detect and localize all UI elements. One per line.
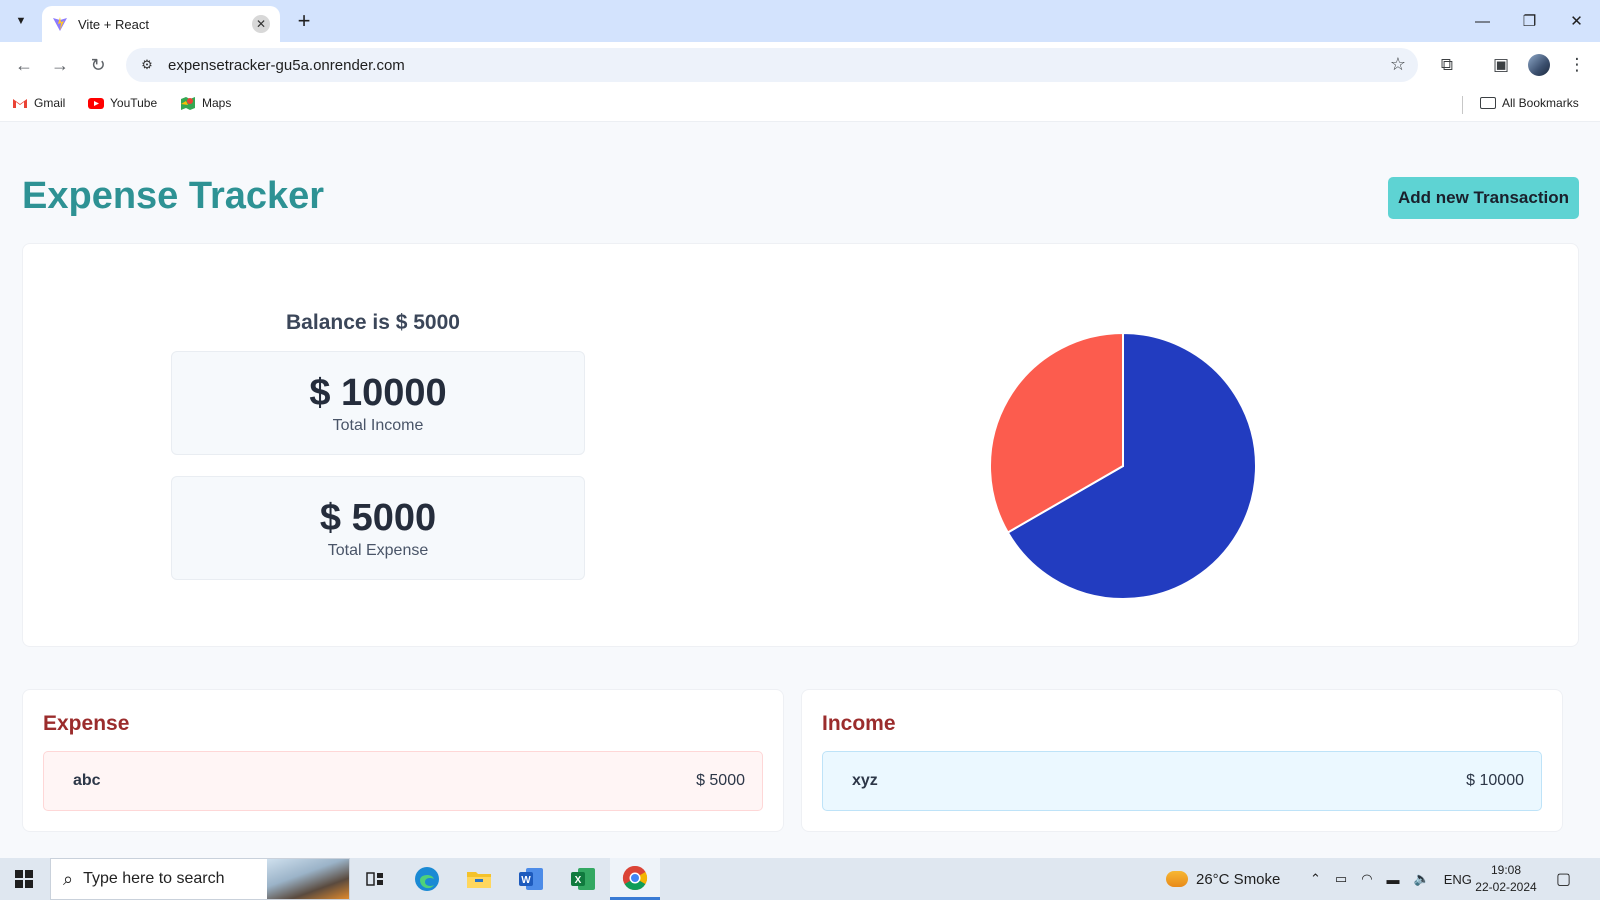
clock-date: 22-02-2024 xyxy=(1475,880,1537,894)
notifications-icon[interactable]: ▢ xyxy=(1556,858,1571,900)
page-content: Expense Tracker Add new Transaction Bala… xyxy=(0,123,1600,858)
windows-logo-icon xyxy=(15,870,33,888)
folder-app-icon xyxy=(467,872,491,888)
bookmarks-divider xyxy=(1462,96,1463,114)
add-transaction-button[interactable]: Add new Transaction xyxy=(1388,177,1579,219)
word-logo-icon: W xyxy=(519,868,543,890)
transaction-amount: $ 10000 xyxy=(1466,772,1524,789)
balance-heading: Balance is $ 5000 xyxy=(286,311,460,334)
tab-close-icon[interactable]: ✕ xyxy=(252,15,270,33)
url-text: expensetracker-gu5a.onrender.com xyxy=(168,56,405,74)
window-controls: — ❐ ✕ xyxy=(1459,0,1600,42)
search-placeholder: Type here to search xyxy=(83,870,225,887)
excel-icon[interactable]: X xyxy=(558,858,608,900)
task-view-icon[interactable] xyxy=(350,858,400,900)
windows-taskbar: ⌕ Type here to search W X 26°C Smoke ⌃ ▭… xyxy=(0,858,1600,900)
income-transaction-row[interactable]: xyz $ 10000 xyxy=(822,751,1542,811)
expense-transaction-row[interactable]: abc $ 5000 xyxy=(43,751,763,811)
bookmark-gmail[interactable]: Gmail xyxy=(12,96,65,110)
address-bar[interactable]: ⚙ expensetracker-gu5a.onrender.com ☆ xyxy=(126,48,1418,82)
forward-icon[interactable]: → xyxy=(48,53,72,77)
browser-toolbar: ← → ↻ ⚙ expensetracker-gu5a.onrender.com… xyxy=(0,42,1600,88)
total-expense-label: Total Expense xyxy=(327,542,429,559)
excel-logo-icon: X xyxy=(571,868,595,890)
back-icon[interactable]: ← xyxy=(12,53,36,77)
total-income-box: $ 10000 Total Income xyxy=(171,351,585,455)
transaction-name: xyz xyxy=(852,772,878,789)
side-panel-icon[interactable]: ▣ xyxy=(1490,54,1512,76)
page-title: Expense Tracker xyxy=(22,175,325,217)
extensions-icon[interactable]: ⧉ xyxy=(1436,54,1458,76)
bookmark-label: YouTube xyxy=(110,96,158,110)
windows-start-icon[interactable] xyxy=(0,858,48,900)
profile-avatar[interactable] xyxy=(1528,54,1550,76)
bookmark-maps[interactable]: Maps xyxy=(180,96,231,110)
vite-favicon-icon xyxy=(53,17,67,31)
svg-text:X: X xyxy=(575,875,582,886)
all-bookmarks-label: All Bookmarks xyxy=(1502,96,1579,110)
taskbar-search-box[interactable]: ⌕ Type here to search xyxy=(50,858,350,900)
transaction-name: abc xyxy=(73,772,101,789)
pie-chart-svg xyxy=(989,331,1257,600)
transaction-amount: $ 5000 xyxy=(696,772,745,789)
taskbar-clock[interactable]: 19:08 22-02-2024 xyxy=(1466,862,1546,896)
summary-card: Balance is $ 5000 $ 10000 Total Income $… xyxy=(22,243,1579,647)
chrome-logo-icon xyxy=(622,865,648,890)
new-tab-icon[interactable]: + xyxy=(292,9,316,33)
reload-icon[interactable]: ↻ xyxy=(86,53,110,77)
search-icon: ⌕ xyxy=(63,868,74,889)
bookmark-label: Gmail xyxy=(34,96,66,110)
clock-time: 19:08 xyxy=(1490,863,1522,877)
income-list-card: Income xyz $ 10000 xyxy=(801,689,1563,832)
minimize-icon[interactable]: — xyxy=(1459,0,1506,42)
bookmark-star-icon[interactable]: ☆ xyxy=(1390,54,1406,75)
task-view-glyph-icon xyxy=(366,872,383,886)
chrome-icon[interactable] xyxy=(610,858,660,900)
bookmark-label: Maps xyxy=(202,96,232,110)
menu-kebab-icon[interactable]: ⋮ xyxy=(1566,54,1588,76)
battery-icon[interactable]: ▬ xyxy=(1387,872,1400,887)
browser-tab[interactable]: Vite + React ✕ xyxy=(42,6,280,42)
close-window-icon[interactable]: ✕ xyxy=(1553,0,1600,42)
restore-icon[interactable]: ❐ xyxy=(1506,0,1553,42)
system-tray: ⌃ ▭ ◠ ▬ 🔈 ENG xyxy=(1310,858,1472,900)
site-info-icon[interactable]: ⚙ xyxy=(136,54,158,76)
browser-tab-strip: ▼ Vite + React ✕ + — ❐ ✕ xyxy=(0,0,1600,42)
bookmark-youtube[interactable]: YouTube xyxy=(88,96,157,110)
gmail-icon xyxy=(13,99,27,108)
income-expense-pie-chart xyxy=(983,326,1263,606)
tab-title: Vite + React xyxy=(78,16,149,32)
maps-icon xyxy=(181,97,195,110)
expense-section-title: Expense xyxy=(43,712,130,735)
all-bookmarks[interactable]: All Bookmarks xyxy=(1480,96,1579,110)
tab-search-dropdown-icon[interactable]: ▼ xyxy=(8,8,34,34)
total-expense-box: $ 5000 Total Expense xyxy=(171,476,585,580)
bookmarks-bar: Gmail YouTube Maps All Bookmarks xyxy=(0,88,1600,122)
file-explorer-icon[interactable] xyxy=(454,858,504,900)
svg-text:W: W xyxy=(521,875,531,886)
youtube-icon xyxy=(88,98,104,109)
network-icon[interactable]: ◠ xyxy=(1361,871,1372,887)
weather-text: 26°C Smoke xyxy=(1196,870,1281,888)
meet-now-icon[interactable]: ▭ xyxy=(1335,871,1347,887)
total-income-amount: $ 10000 xyxy=(309,372,447,414)
income-section-title: Income xyxy=(822,712,896,735)
edge-logo-icon xyxy=(415,867,439,891)
volume-icon[interactable]: 🔈 xyxy=(1414,871,1430,887)
edge-browser-icon[interactable] xyxy=(402,858,452,900)
word-icon[interactable]: W xyxy=(506,858,556,900)
expense-list-card: Expense abc $ 5000 xyxy=(22,689,784,832)
folder-icon xyxy=(1480,97,1496,109)
weather-icon xyxy=(1166,871,1188,887)
total-income-label: Total Income xyxy=(332,417,424,434)
search-highlight-image xyxy=(267,859,349,899)
weather-widget[interactable]: 26°C Smoke xyxy=(1166,858,1280,900)
chevron-up-icon[interactable]: ⌃ xyxy=(1310,871,1321,887)
total-expense-amount: $ 5000 xyxy=(319,497,437,539)
